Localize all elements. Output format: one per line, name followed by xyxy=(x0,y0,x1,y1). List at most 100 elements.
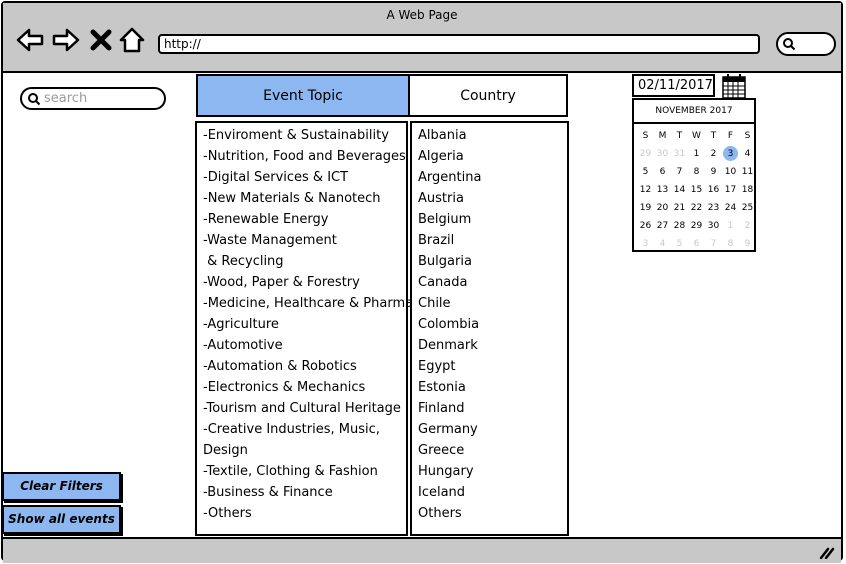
search-input[interactable]: search xyxy=(20,87,166,110)
calendar-day[interactable]: 23 xyxy=(705,199,722,217)
clear-filters-button[interactable]: Clear Filters xyxy=(2,472,121,501)
calendar-day[interactable]: 21 xyxy=(671,199,688,217)
calendar-day[interactable]: 25 xyxy=(739,199,756,217)
country-item[interactable]: Iceland xyxy=(418,482,481,503)
calendar-day[interactable]: 31 xyxy=(671,145,688,163)
calendar-day[interactable]: 15 xyxy=(688,181,705,199)
calendar-day[interactable]: 14 xyxy=(671,181,688,199)
calendar-day[interactable]: 9 xyxy=(705,163,722,181)
topic-item[interactable]: -New Materials & Nanotech xyxy=(203,188,413,209)
calendar-day[interactable]: 27 xyxy=(654,217,671,235)
address-bar[interactable]: http:// xyxy=(158,34,760,54)
calendar-day[interactable]: 7 xyxy=(671,163,688,181)
calendar-day[interactable]: 3 xyxy=(637,235,654,253)
country-item[interactable]: Albania xyxy=(418,125,481,146)
country-item[interactable]: Belgium xyxy=(418,209,481,230)
topic-item[interactable]: -Enviroment & Sustainability xyxy=(203,125,413,146)
country-item[interactable]: Brazil xyxy=(418,230,481,251)
weekday-label: T xyxy=(676,131,683,141)
calendar-day[interactable]: 12 xyxy=(637,181,654,199)
calendar-icon[interactable] xyxy=(722,73,746,99)
weekday-label: T xyxy=(710,131,717,141)
browser-search-field[interactable] xyxy=(776,32,836,56)
calendar-day[interactable]: 11 xyxy=(739,163,756,181)
country-item[interactable]: Algeria xyxy=(418,146,481,167)
calendar-day[interactable]: 28 xyxy=(671,217,688,235)
calendar-day[interactable]: 9 xyxy=(739,235,756,253)
calendar-day[interactable]: 18 xyxy=(739,181,756,199)
calendar-month: NOVEMBER 2017 xyxy=(634,100,754,124)
calendar-day[interactable]: 3 xyxy=(722,145,739,163)
calendar-day[interactable]: 24 xyxy=(722,199,739,217)
country-item[interactable]: Hungary xyxy=(418,461,481,482)
topic-item[interactable]: -Others xyxy=(203,503,413,524)
country-item[interactable]: Colombia xyxy=(418,314,481,335)
weekday-label: M xyxy=(658,131,667,141)
calendar-day[interactable]: 30 xyxy=(654,145,671,163)
topic-item[interactable]: -Digital Services & ICT xyxy=(203,167,413,188)
topic-item[interactable]: Design xyxy=(203,440,413,461)
topic-item[interactable]: -Creative Industries, Music, xyxy=(203,419,413,440)
country-item[interactable]: Others xyxy=(418,503,481,524)
calendar-day[interactable]: 6 xyxy=(688,235,705,253)
topic-item[interactable]: -Nutrition, Food and Beverages xyxy=(203,146,413,167)
tab-country[interactable]: Country xyxy=(408,74,568,117)
topic-item[interactable]: & Recycling xyxy=(203,251,413,272)
tab-event-topic[interactable]: Event Topic xyxy=(196,74,410,117)
country-item[interactable]: Finland xyxy=(418,398,481,419)
calendar-day[interactable]: 5 xyxy=(637,163,654,181)
country-item[interactable]: Austria xyxy=(418,188,481,209)
resize-grip-icon[interactable] xyxy=(819,545,835,559)
topic-item[interactable]: -Waste Management xyxy=(203,230,413,251)
calendar-day[interactable]: 30 xyxy=(705,217,722,235)
calendar-day[interactable]: 13 xyxy=(654,181,671,199)
calendar-day[interactable]: 1 xyxy=(688,145,705,163)
country-item[interactable]: Estonia xyxy=(418,377,481,398)
topic-item[interactable]: -Textile, Clothing & Fashion xyxy=(203,461,413,482)
calendar-day[interactable]: 4 xyxy=(654,235,671,253)
calendar-day[interactable]: 10 xyxy=(722,163,739,181)
calendar-day[interactable]: 6 xyxy=(654,163,671,181)
forward-icon[interactable] xyxy=(51,25,81,55)
topic-item[interactable]: -Agriculture xyxy=(203,314,413,335)
country-item[interactable]: Denmark xyxy=(418,335,481,356)
calendar-day[interactable]: 29 xyxy=(688,217,705,235)
country-item[interactable]: Egypt xyxy=(418,356,481,377)
calendar-day[interactable]: 19 xyxy=(637,199,654,217)
show-all-events-button[interactable]: Show all events xyxy=(2,505,121,534)
calendar-day[interactable]: 8 xyxy=(722,235,739,253)
back-icon[interactable] xyxy=(15,25,45,55)
topic-item[interactable]: -Renewable Energy xyxy=(203,209,413,230)
country-item[interactable]: Canada xyxy=(418,272,481,293)
stop-icon[interactable] xyxy=(89,25,113,55)
calendar-day[interactable]: 22 xyxy=(688,199,705,217)
country-item[interactable]: Bulgaria xyxy=(418,251,481,272)
date-field[interactable]: 02/11/2017 xyxy=(632,74,715,97)
calendar-day[interactable]: 1 xyxy=(722,217,739,235)
calendar-day[interactable]: 2 xyxy=(705,145,722,163)
country-item[interactable]: Chile xyxy=(418,293,481,314)
calendar-day[interactable]: 17 xyxy=(722,181,739,199)
calendar-day[interactable]: 8 xyxy=(688,163,705,181)
topic-item[interactable]: -Automotive xyxy=(203,335,413,356)
calendar-day[interactable]: 7 xyxy=(705,235,722,253)
country-item[interactable]: Germany xyxy=(418,419,481,440)
topic-item[interactable]: -Electronics & Mechanics xyxy=(203,377,413,398)
country-item[interactable]: Greece xyxy=(418,440,481,461)
country-item[interactable]: Argentina xyxy=(418,167,481,188)
browser-toolbar: A Web Page http:// xyxy=(3,3,841,73)
calendar-day[interactable]: 2 xyxy=(739,217,756,235)
home-icon[interactable] xyxy=(118,25,146,55)
topic-item[interactable]: -Automation & Robotics xyxy=(203,356,413,377)
calendar-day[interactable]: 5 xyxy=(671,235,688,253)
calendar-day[interactable]: 29 xyxy=(637,145,654,163)
window-title: A Web Page xyxy=(386,8,458,22)
calendar-day[interactable]: 16 xyxy=(705,181,722,199)
calendar-day[interactable]: 20 xyxy=(654,199,671,217)
topic-item[interactable]: -Business & Finance xyxy=(203,482,413,503)
calendar-day[interactable]: 26 xyxy=(637,217,654,235)
calendar-day[interactable]: 4 xyxy=(739,145,756,163)
topic-item[interactable]: -Wood, Paper & Forestry xyxy=(203,272,413,293)
topic-item[interactable]: -Tourism and Cultural Heritage xyxy=(203,398,413,419)
topic-item[interactable]: -Medicine, Healthcare & Pharma xyxy=(203,293,413,314)
